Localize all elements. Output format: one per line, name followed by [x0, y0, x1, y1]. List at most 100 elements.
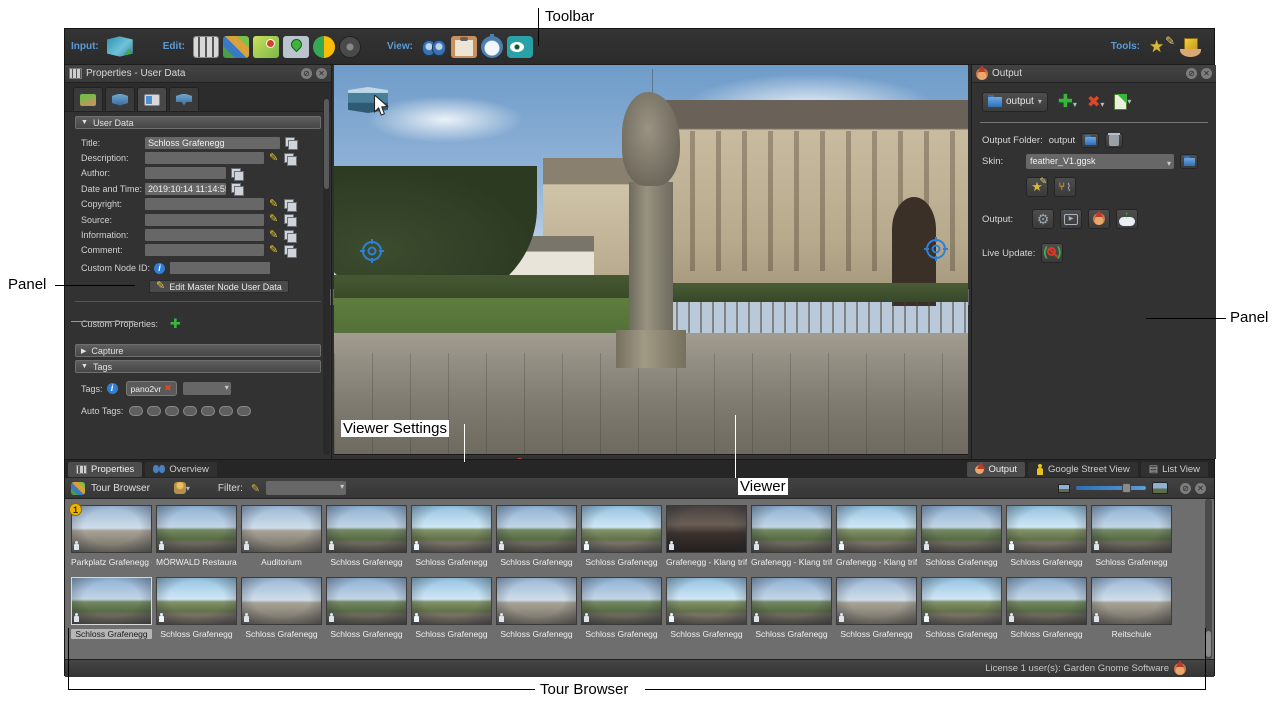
field-input[interactable] [145, 214, 264, 226]
tour-thumbnail[interactable]: 1 Schloss Grafenegg [326, 505, 407, 567]
thumbnail-image[interactable]: 1 [921, 505, 1002, 553]
thumbnail-image[interactable] [1091, 577, 1172, 625]
thumbnail-image[interactable] [836, 577, 917, 625]
thumbnail-image[interactable]: 1 [1091, 505, 1172, 553]
tour-thumbnail[interactable]: 1 Schloss Grafenegg [1091, 505, 1172, 567]
edit-pencil-icon[interactable]: ✎ [269, 214, 278, 225]
section-capture[interactable]: ▶ Capture [75, 344, 321, 357]
sort-icon[interactable] [174, 482, 186, 494]
zoom-in-thumbnails-icon[interactable] [1152, 482, 1168, 494]
tour-thumbnail[interactable]: 1 Parkplatz Grafenegg - F... [71, 505, 152, 567]
tour-thumbnail[interactable]: Schloss Grafenegg [241, 577, 322, 639]
auto-tag-chip[interactable] [147, 406, 161, 416]
edit-google-photos-icon[interactable] [313, 36, 335, 58]
thumbnail-image[interactable] [156, 577, 237, 625]
thumbnail-size-slider[interactable] [1076, 486, 1146, 490]
tour-thumbnail[interactable]: 1 Auditorium [241, 505, 322, 567]
tab-user-data[interactable] [137, 87, 167, 111]
zoom-out-thumbnails-icon[interactable] [1058, 484, 1070, 493]
close-panel-button[interactable]: ✕ [1195, 483, 1206, 494]
tools-skin-editor-icon[interactable] [1148, 36, 1174, 58]
tour-thumbnail[interactable]: 1 Schloss Grafenegg [581, 505, 662, 567]
edit-animation-icon[interactable] [339, 36, 361, 58]
live-update-button[interactable] [1041, 243, 1063, 263]
edit-pencil-icon[interactable]: ✎ [269, 153, 278, 164]
view-preview-icon[interactable] [507, 36, 533, 58]
copy-icon[interactable] [284, 199, 295, 210]
thumbnail-image[interactable] [411, 577, 492, 625]
splitter-handle[interactable] [71, 321, 135, 322]
upload-cloud-button[interactable] [1116, 209, 1138, 229]
tour-thumbnail[interactable]: 1 Schloss Grafenegg [1006, 505, 1087, 567]
skin-configuration-button[interactable]: ⑂⌇ [1054, 177, 1076, 197]
panel-scrollbar[interactable] [323, 97, 330, 455]
close-panel-button[interactable]: ✕ [316, 68, 327, 79]
panorama-viewer[interactable]: ◑ + ▦ ☛ ‖ ◎ [334, 65, 968, 474]
tour-thumbnail[interactable]: Schloss Grafenegg [71, 577, 152, 639]
tour-thumbnail[interactable]: Schloss Grafenegg [1006, 577, 1087, 639]
view-time-icon[interactable] [481, 36, 503, 58]
tour-thumbnail[interactable]: 1 Schloss Grafenegg [496, 505, 577, 567]
tab-google-street-view[interactable]: Google Street View [1028, 462, 1138, 477]
copy-icon[interactable] [284, 245, 295, 256]
thumbnail-image[interactable]: 1 [496, 505, 577, 553]
tour-thumbnail[interactable]: Schloss Grafenegg [921, 577, 1002, 639]
copy-icon[interactable] [284, 214, 295, 225]
thumbnail-image[interactable]: 1 [241, 505, 322, 553]
thumbnail-image[interactable] [326, 577, 407, 625]
filter-combo[interactable] [266, 481, 346, 495]
tab-output[interactable]: Output [967, 462, 1025, 477]
skin-select[interactable]: feather_V1.ggsk [1026, 154, 1174, 169]
thumbnail-image[interactable]: 1 [836, 505, 917, 553]
edit-properties-icon[interactable] [193, 36, 219, 58]
field-input[interactable] [145, 198, 264, 210]
edit-pencil-icon[interactable]: ✎ [269, 199, 278, 210]
tour-thumbnail[interactable]: 1 Grafenegg - Klang trifft ... [836, 505, 917, 567]
tour-thumbnail[interactable]: Schloss Grafenegg [751, 577, 832, 639]
left-splitter-grip[interactable] [330, 289, 334, 305]
tour-thumbnail[interactable]: Schloss Grafenegg [326, 577, 407, 639]
tab-overview[interactable]: Overview [145, 462, 217, 477]
tab-list-view[interactable]: ▤ List View [1141, 462, 1208, 477]
thumbnail-image[interactable] [496, 577, 577, 625]
tag-chip[interactable]: pano2vr ✖ [126, 381, 177, 396]
thumbnail-image[interactable] [241, 577, 322, 625]
auto-tag-chip[interactable] [129, 406, 143, 416]
tour-thumbnail[interactable]: 1 Schloss Grafenegg [921, 505, 1002, 567]
tour-thumbnail[interactable]: 1 Schloss Grafenegg [411, 505, 492, 567]
tour-thumbnail[interactable]: Schloss Grafenegg [496, 577, 577, 639]
tour-thumbnail[interactable]: 1 Grafenegg - Klang trifft ... [666, 505, 747, 567]
float-panel-button[interactable]: ⊘ [1180, 483, 1191, 494]
tour-thumbnail[interactable]: Schloss Grafenegg [411, 577, 492, 639]
remove-tag-icon[interactable]: ✖ [164, 383, 172, 394]
custom-node-id-input[interactable] [170, 262, 270, 274]
tour-scrollbar[interactable] [1205, 499, 1212, 659]
add-property-icon[interactable]: ✚ [170, 316, 181, 332]
copy-icon[interactable] [285, 137, 296, 148]
edit-map-icon[interactable] [253, 36, 279, 58]
input-panorama-icon[interactable] [107, 36, 133, 58]
hotspot-marker[interactable] [924, 237, 948, 261]
auto-tag-chip[interactable] [237, 406, 251, 416]
thumbnail-image[interactable] [581, 577, 662, 625]
tour-thumbnail[interactable]: 1 Grafenegg - Klang trifft ... [751, 505, 832, 567]
section-user-data[interactable]: ▼ User Data [75, 116, 321, 129]
tour-thumbnail[interactable]: Schloss Grafenegg [666, 577, 747, 639]
scrollbar-handle[interactable] [324, 99, 329, 189]
add-tag-combo[interactable] [183, 382, 231, 395]
delete-folder-button[interactable] [1105, 133, 1123, 148]
auto-tag-chip[interactable] [201, 406, 215, 416]
thumbnail-image[interactable]: 1 [666, 505, 747, 553]
field-input[interactable]: 2019:10:14 11:14:55 [145, 183, 226, 195]
field-input[interactable] [145, 244, 264, 256]
thumbnail-image[interactable]: 1 [581, 505, 662, 553]
output-format-select[interactable]: output ▾ [982, 92, 1048, 112]
tour-thumbnail[interactable]: Schloss Grafenegg [581, 577, 662, 639]
view-overview-icon[interactable] [421, 36, 447, 58]
field-input[interactable] [145, 229, 264, 241]
thumbnail-image[interactable] [751, 577, 832, 625]
edit-master-node-button[interactable]: ✎ Edit Master Node User Data [149, 280, 289, 293]
tour-thumbnail[interactable]: Reitschule [1091, 577, 1172, 639]
chevron-down-icon[interactable]: ▾ [186, 484, 190, 493]
thumbnail-image[interactable]: 1 [326, 505, 407, 553]
